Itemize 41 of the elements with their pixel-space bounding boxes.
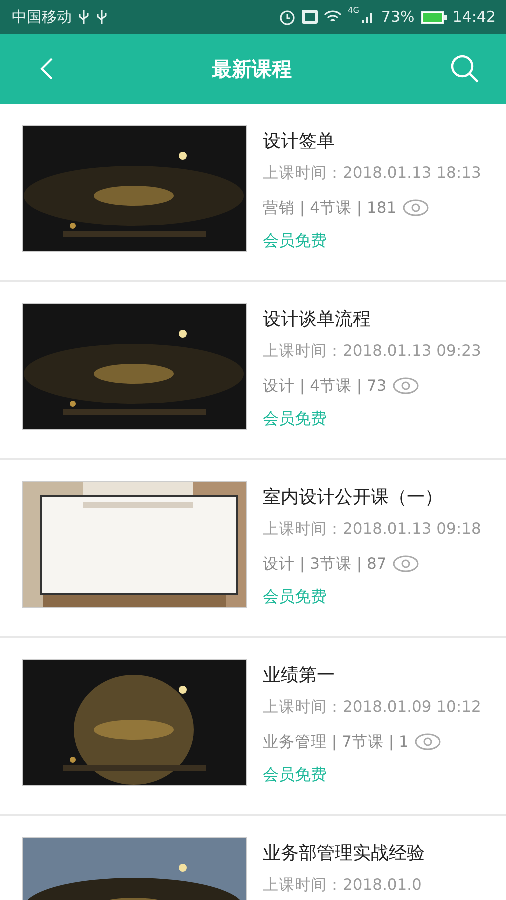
wifi-icon [324,10,342,24]
battery-icon [420,10,447,24]
class-time: 上课时间：2018.01.0 [263,875,423,896]
back-button[interactable] [40,57,54,81]
eye-icon [402,199,429,217]
course-title: 设计谈单流程 [263,308,372,329]
member-free-label: 会员免费 [263,587,328,608]
course-item[interactable]: 业绩第一 上课时间：2018.01.09 10:12 业务管理 | 7节课 | 1 会员免费 [0,638,506,816]
course-title: 业绩第一 [263,664,336,685]
course-item[interactable]: 设计谈单流程 上课时间：2018.01.13 09:23 设计 | 4节课 | 73 会员免费 [0,282,506,460]
eye-icon [414,733,441,751]
alarm-icon [279,8,296,26]
course-title: 业务部管理实战经验 [263,842,425,863]
course-title: 室内设计公开课（一） [263,486,444,507]
course-item[interactable]: 设计签单 上课时间：2018.01.13 18:13 营销 | 4节课 | 181 会员免费 [0,104,506,282]
carrier-name: 中国移动 [12,8,72,26]
battery-percent: 73% [381,8,415,26]
class-time: 上课时间：2018.01.13 18:13 [263,163,482,184]
back-icon [40,57,54,81]
network-type: 4G [348,6,360,15]
course-item[interactable]: 业务部管理实战经验 上课时间：2018.01.0 [0,816,506,900]
page-title: 最新课程 [212,56,292,82]
class-time: 上课时间：2018.01.09 10:12 [263,697,482,718]
eye-icon [392,377,419,395]
course-meta: 设计 | 3节课 | 87 [263,554,387,574]
class-time: 上课时间：2018.01.13 09:18 [263,519,482,540]
course-meta: 设计 | 4节课 | 73 [263,376,387,396]
course-meta: 业务管理 | 7节课 | 1 [263,732,409,752]
course-item[interactable]: 室内设计公开课（一） 上课时间：2018.01.13 09:18 设计 | 3节课 | 87 会员免费 [0,460,506,638]
usb-icon [78,9,90,25]
member-free-label: 会员免费 [263,231,328,252]
usb-icon [96,9,108,25]
search-icon [450,54,480,84]
eye-icon [392,555,419,573]
course-title: 设计签单 [263,130,336,151]
member-free-label: 会员免费 [263,765,328,786]
member-free-label: 会员免费 [263,409,328,430]
clock-time: 14:42 [452,8,496,26]
course-meta: 营销 | 4节课 | 181 [263,198,397,218]
class-time: 上课时间：2018.01.13 09:23 [263,341,482,362]
search-button[interactable] [450,54,480,84]
